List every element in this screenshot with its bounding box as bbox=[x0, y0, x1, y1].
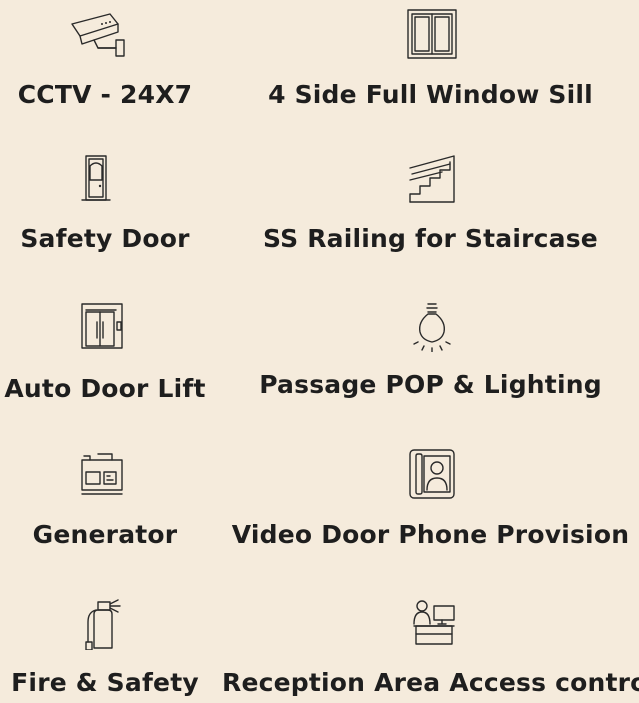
amenity-generator: Generator bbox=[0, 440, 210, 560]
amenity-label: Video Door Phone Provision bbox=[231, 520, 630, 549]
amenity-staircase: SS Railing for Staircase bbox=[222, 140, 639, 260]
elevator-icon bbox=[80, 302, 126, 350]
amenity-cctv: CCTV - 24X7 bbox=[0, 0, 210, 120]
amenity-reception-access: Reception Area Access control bbox=[222, 588, 639, 703]
amenity-label: Reception Area Access control bbox=[222, 668, 639, 697]
amenity-label: SS Railing for Staircase bbox=[263, 224, 598, 253]
fire-extinguisher-icon bbox=[82, 598, 126, 650]
cctv-camera-icon bbox=[68, 10, 138, 60]
amenity-label: CCTV - 24X7 bbox=[17, 80, 193, 109]
amenity-video-door-phone: Video Door Phone Provision bbox=[222, 440, 639, 560]
door-icon bbox=[80, 154, 112, 202]
amenity-passage-lighting: Passage POP & Lighting bbox=[222, 290, 639, 410]
amenity-label: Fire & Safety bbox=[11, 668, 199, 697]
staircase-icon bbox=[406, 154, 458, 204]
window-icon bbox=[404, 8, 460, 60]
amenity-safety-door: Safety Door bbox=[0, 140, 210, 260]
generator-icon bbox=[80, 452, 128, 498]
amenity-label: Auto Door Lift bbox=[4, 374, 206, 403]
amenity-label: Safety Door bbox=[20, 224, 190, 253]
video-door-phone-icon bbox=[408, 448, 456, 500]
amenity-label: Passage POP & Lighting bbox=[259, 370, 602, 399]
amenity-label: Generator bbox=[32, 520, 178, 549]
amenity-fire-safety: Fire & Safety bbox=[0, 588, 210, 703]
light-bulb-icon bbox=[410, 300, 454, 352]
amenity-auto-door-lift: Auto Door Lift bbox=[0, 290, 210, 410]
amenity-label: 4 Side Full Window Sill bbox=[268, 80, 593, 109]
reception-desk-icon bbox=[412, 598, 456, 646]
amenity-window-sill: 4 Side Full Window Sill bbox=[222, 0, 639, 120]
